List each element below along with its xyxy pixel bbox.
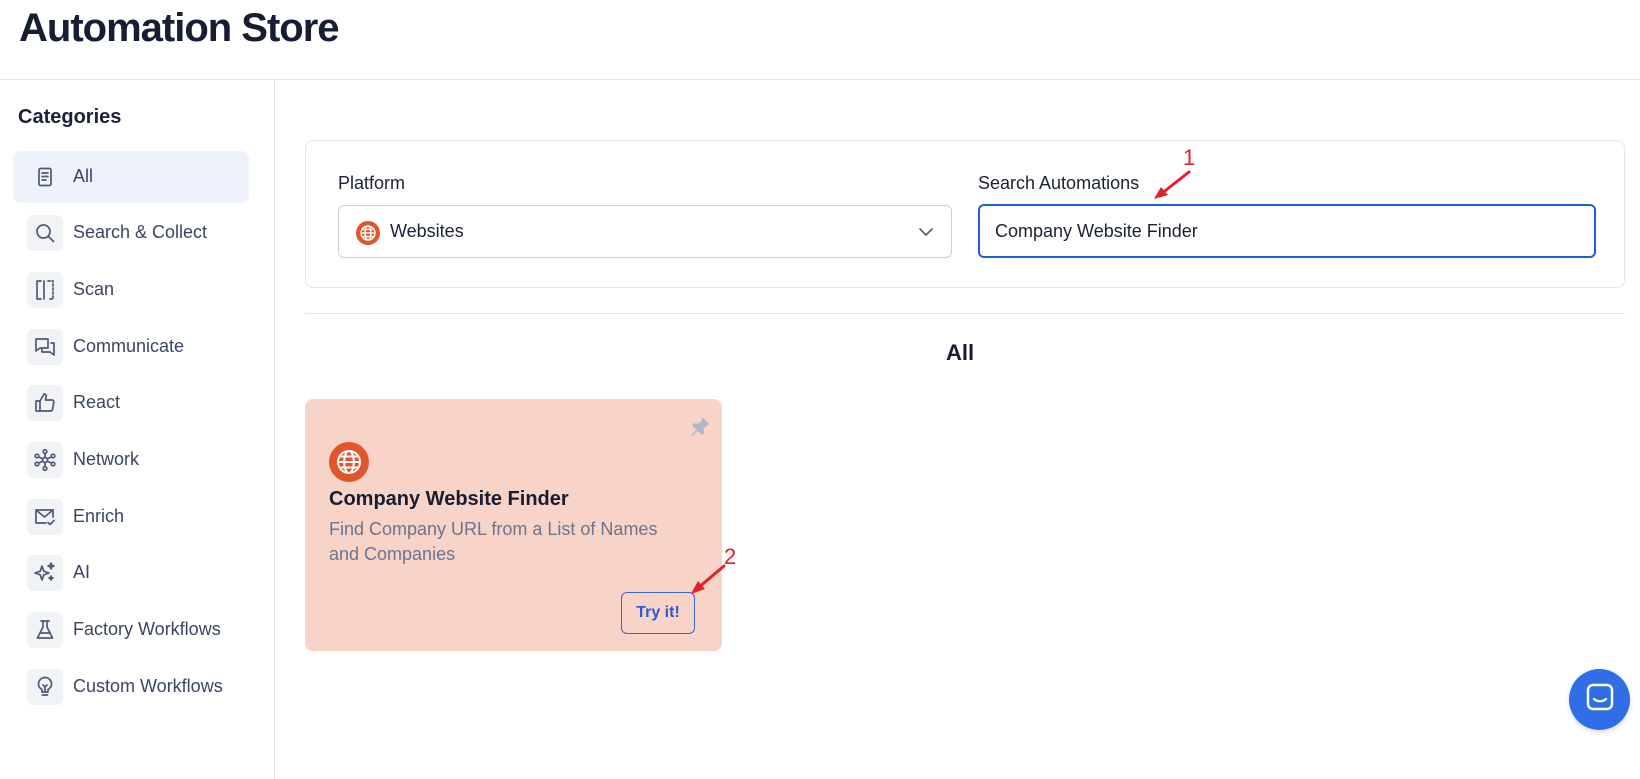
globe-icon (356, 221, 380, 250)
sidebar-item-react[interactable]: React (13, 377, 249, 429)
sidebar-item-label: Communicate (73, 336, 185, 356)
annotation-label-1: 1 (1183, 145, 1196, 170)
sidebar-item-label: Custom Workflows (73, 676, 223, 696)
chat-icon (1585, 682, 1615, 717)
sidebar-item-communicate[interactable]: Communicate (13, 321, 249, 373)
sidebar-item-label: AI (73, 562, 91, 582)
sidebar-item-search-collect[interactable]: Search & Collect (13, 207, 249, 259)
sidebar-item-network[interactable]: Network (13, 434, 249, 486)
page-header: Automation Store (0, 0, 1640, 80)
sparkles-icon (27, 555, 63, 591)
search-label: Search Automations (978, 173, 1140, 193)
document-icon (27, 159, 63, 195)
sidebar-item-all[interactable]: All (13, 151, 249, 203)
page-title: Automation Store (19, 6, 340, 50)
flask-icon (27, 612, 63, 648)
annotation-arrow-1 (1154, 170, 1191, 199)
platform-select-value: Websites (390, 221, 464, 241)
sidebar-item-label: React (73, 392, 121, 412)
scan-icon (27, 272, 63, 308)
sidebar-item-label: Enrich (73, 506, 125, 526)
sidebar-item-scan[interactable]: Scan (13, 264, 249, 316)
filter-panel: Platform Websites Search Automations (305, 140, 1625, 288)
sidebar-item-label: Scan (73, 279, 115, 299)
chevron-down-icon (917, 223, 935, 246)
try-it-button[interactable]: Try it! (621, 592, 695, 634)
sidebar-item-label: Search & Collect (73, 222, 208, 242)
network-icon (27, 442, 63, 478)
sidebar-item-factory-workflows[interactable]: Factory Workflows (13, 604, 249, 656)
mail-check-icon (27, 499, 63, 535)
globe-icon (329, 442, 369, 487)
pin-icon[interactable] (686, 414, 712, 445)
card-description: Find Company URL from a List of Names an… (329, 519, 658, 564)
sidebar-item-label: Factory Workflows (73, 619, 221, 639)
sidebar: Categories All Search & Collect Scan Com… (0, 80, 275, 779)
platform-label: Platform (338, 173, 406, 193)
platform-select[interactable]: Websites (338, 205, 952, 258)
chat-launcher-button[interactable] (1569, 669, 1630, 730)
card-title: Company Website Finder (329, 488, 569, 510)
sidebar-item-enrich[interactable]: Enrich (13, 491, 249, 543)
section-divider (305, 313, 1625, 314)
automation-card[interactable]: Company Website Finder Find Company URL … (305, 399, 722, 651)
sidebar-item-label: All (73, 166, 94, 186)
search-icon (27, 215, 63, 251)
thumbs-up-icon (27, 385, 63, 421)
sidebar-item-label: Network (73, 449, 140, 469)
sidebar-item-custom-workflows[interactable]: Custom Workflows (13, 661, 249, 713)
search-input[interactable] (978, 204, 1596, 258)
sidebar-heading: Categories (18, 106, 122, 128)
section-title: All (945, 340, 975, 365)
annotation-label-2: 2 (724, 544, 737, 569)
lightbulb-icon (27, 669, 63, 705)
sidebar-item-ai[interactable]: AI (13, 547, 249, 599)
chat-bubbles-icon (27, 329, 63, 365)
